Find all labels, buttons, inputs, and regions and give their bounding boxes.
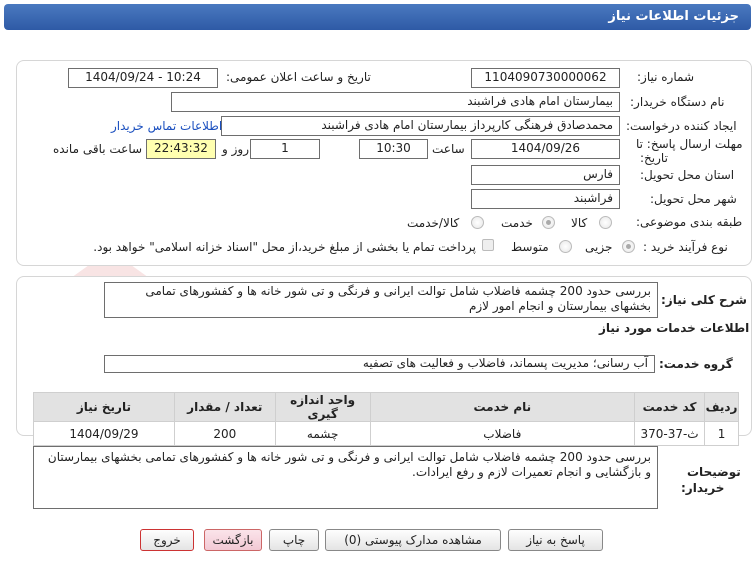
- page-title: جزئیات اطلاعات نیاز: [4, 4, 751, 30]
- announce-label: تاریخ و ساعت اعلان عمومی:: [226, 70, 371, 84]
- reply-button[interactable]: پاسخ به نیاز: [508, 529, 603, 551]
- col-code-header: کد خدمت: [634, 392, 706, 422]
- buyer-notes-label: توضیحات: [687, 465, 741, 479]
- deadline-label: مهلت ارسال پاسخ: تا: [636, 137, 743, 151]
- category-option-goods-service: کالا/خدمت: [407, 216, 460, 230]
- col-unit-header: واحد اندازه گیری: [274, 392, 371, 422]
- process-radio-medium[interactable]: [559, 240, 572, 253]
- table-row[interactable]: 1 ث-37-370 فاضلاب چشمه 200 1404/09/29: [33, 421, 739, 446]
- cell-qty: 200: [173, 421, 276, 446]
- print-button[interactable]: چاپ: [269, 529, 319, 551]
- process-radio-minor[interactable]: [622, 240, 635, 253]
- buyer-org-field[interactable]: بیمارستان امام هادی فراشبند: [171, 92, 620, 112]
- deadline-label-date: تاریخ:: [640, 151, 668, 165]
- category-option-service: خدمت: [501, 216, 533, 230]
- category-option-goods: کالا: [571, 216, 588, 230]
- cell-date: 1404/09/29: [33, 421, 175, 446]
- days-field[interactable]: 1: [250, 139, 320, 159]
- process-option-minor: جزیی: [585, 240, 613, 254]
- process-label: نوع فرآیند خرید :: [643, 240, 728, 254]
- deadline-date-field[interactable]: 1404/09/26: [471, 139, 620, 159]
- need-number-label: شماره نیاز:: [637, 70, 694, 84]
- col-date-header: تاریخ نیاز: [33, 392, 175, 422]
- creator-field[interactable]: محمدصادق فرهنگی کارپرداز بیمارستان امام …: [221, 116, 620, 136]
- cell-code: ث-37-370: [634, 421, 706, 446]
- treasury-checkbox[interactable]: [482, 239, 494, 251]
- cell-unit: چشمه: [274, 421, 371, 446]
- col-row-header: ردیف: [704, 392, 739, 422]
- back-button[interactable]: بازگشت: [204, 529, 262, 551]
- services-heading: اطلاعات خدمات مورد نیاز: [599, 321, 750, 335]
- process-option-medium: متوسط: [511, 240, 549, 254]
- buyer-notes-label-2: خریدار:: [681, 481, 725, 495]
- services-table: ردیف کد خدمت نام خدمت واحد اندازه گیری ت…: [33, 392, 739, 446]
- category-label: طبقه بندی موضوعی:: [636, 215, 743, 229]
- creator-label: ایجاد کننده درخواست:: [626, 119, 737, 133]
- category-radio-goods-service[interactable]: [471, 216, 484, 229]
- table-header-row: ردیف کد خدمت نام خدمت واحد اندازه گیری ت…: [33, 392, 739, 422]
- city-field[interactable]: فراشبند: [471, 189, 620, 209]
- province-field[interactable]: فارس: [471, 165, 620, 185]
- announce-field[interactable]: 1404/09/24 - 10:24: [68, 68, 218, 88]
- cell-row: 1: [704, 421, 739, 446]
- cell-name: فاضلاب: [369, 421, 636, 446]
- treasury-payment-note: پرداخت تمام یا بخشی از مبلغ خرید،از محل …: [93, 240, 476, 254]
- category-radio-goods[interactable]: [599, 216, 612, 229]
- buyer-notes-field[interactable]: بررسی حدود 200 چشمه فاضلاب شامل توالت ای…: [33, 446, 658, 509]
- category-radio-service[interactable]: [542, 216, 555, 229]
- buyer-contact-link[interactable]: اطلاعات تماس خریدار: [111, 119, 222, 133]
- province-label: استان محل تحویل:: [640, 168, 735, 182]
- buyer-org-label: نام دستگاه خریدار:: [630, 95, 725, 109]
- city-label: شهر محل تحویل:: [650, 192, 737, 206]
- col-name-header: نام خدمت: [369, 392, 636, 422]
- service-group-field[interactable]: آب رسانی؛ مدیریت پسماند، فاضلاب و فعالیت…: [104, 355, 655, 373]
- col-qty-header: تعداد / مقدار: [173, 392, 276, 422]
- summary-label: شرح کلی نیاز:: [661, 293, 747, 307]
- remaining-label: ساعت باقی مانده: [53, 142, 143, 156]
- need-number-field[interactable]: 1104090730000062: [471, 68, 620, 88]
- deadline-time-field[interactable]: 10:30: [359, 139, 428, 159]
- days-label: روز و: [222, 142, 249, 156]
- service-group-label: گروه خدمت:: [659, 357, 733, 371]
- exit-button[interactable]: خروج: [140, 529, 194, 551]
- remaining-time-field: 22:43:32: [146, 139, 216, 159]
- attachments-button[interactable]: مشاهده مدارک پیوستی (0): [325, 529, 501, 551]
- summary-field[interactable]: بررسی حدود 200 چشمه فاضلاب شامل توالت ای…: [104, 282, 658, 318]
- deadline-time-label: ساعت: [432, 142, 465, 156]
